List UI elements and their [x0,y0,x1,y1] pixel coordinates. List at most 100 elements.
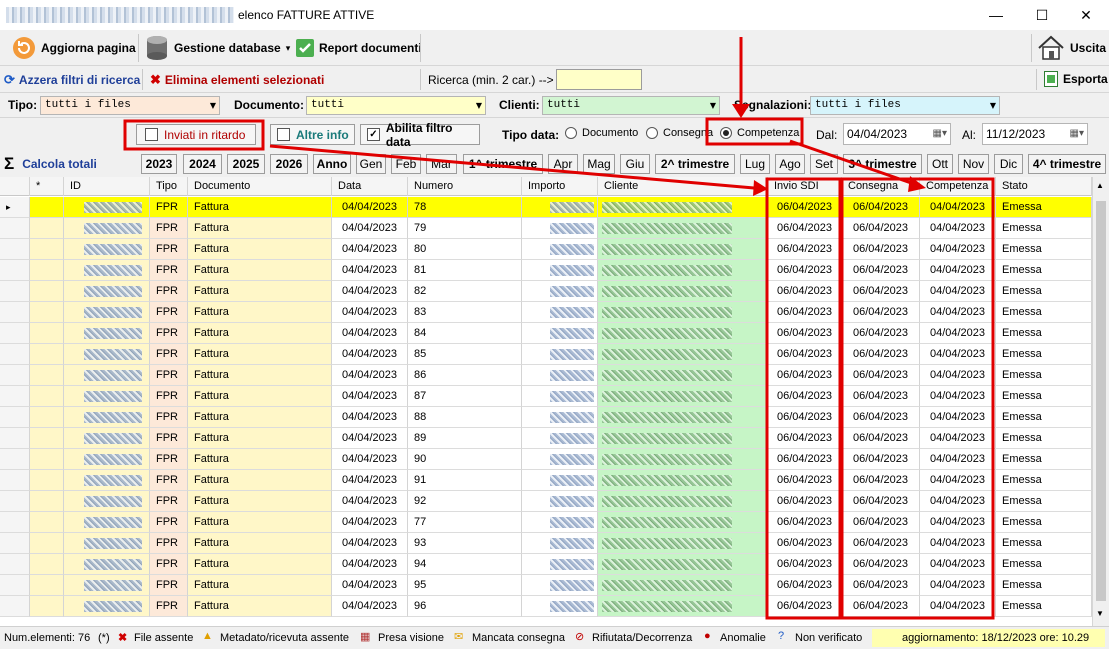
row-selector[interactable] [0,575,30,596]
row-selector[interactable] [0,596,30,617]
table-row[interactable]: FPR Fattura 04/04/2023 93 06/04/2023 06/04/20… [0,533,1092,554]
report-button[interactable]: Report documenti [296,34,422,62]
radio-consegna[interactable]: Consegna [646,127,713,139]
row-selector[interactable] [0,281,30,302]
month-set-button[interactable]: Set [810,154,838,174]
export-button[interactable]: Esporta [1044,71,1108,87]
table-row[interactable]: FPR Fattura 04/04/2023 87 06/04/2023 06/04/20… [0,386,1092,407]
row-selector[interactable] [0,323,30,344]
month-dic-button[interactable]: Dic [994,154,1023,174]
col-header-numero[interactable]: Numero [408,177,522,196]
month-apr-button[interactable]: Apr [548,154,578,174]
radio-competenza[interactable]: Competenza [720,127,799,139]
row-selector[interactable] [0,302,30,323]
scroll-thumb[interactable] [1096,201,1106,601]
year-2024-button[interactable]: 2024 [183,154,222,174]
month-giu-button[interactable]: Giu [620,154,650,174]
month-nov-button[interactable]: Nov [958,154,989,174]
month-mag-button[interactable]: Mag [583,154,615,174]
row-selector[interactable]: ▸ [0,197,30,218]
table-row[interactable]: FPR Fattura 04/04/2023 82 06/04/2023 06/04/20… [0,281,1092,302]
month-ago-button[interactable]: Ago [775,154,805,174]
radio-documento[interactable]: Documento [565,127,638,139]
table-row[interactable]: ▸ FPR Fattura 04/04/2023 78 06/04/2023 06/04/2… [0,197,1092,218]
trimestre-3-button[interactable]: 3^ trimestre [843,154,922,174]
table-row[interactable]: FPR Fattura 04/04/2023 94 06/04/2023 06/04/20… [0,554,1092,575]
dal-date-picker[interactable]: 04/04/2023 ▦▾ [843,123,951,145]
trimestre-1-button[interactable]: 1^ trimestre [463,154,543,174]
table-row[interactable]: FPR Fattura 04/04/2023 83 06/04/2023 06/04/20… [0,302,1092,323]
scroll-up-icon[interactable]: ▲ [1096,181,1104,190]
table-row[interactable]: FPR Fattura 04/04/2023 92 06/04/2023 06/04/20… [0,491,1092,512]
table-row[interactable]: FPR Fattura 04/04/2023 90 06/04/2023 06/04/20… [0,449,1092,470]
row-selector[interactable] [0,218,30,239]
col-header-data[interactable]: Data [332,177,408,196]
table-row[interactable]: FPR Fattura 04/04/2023 81 06/04/2023 06/04/20… [0,260,1092,281]
tipo-combo[interactable]: tutti i files ▼ [40,96,220,115]
year-2025-button[interactable]: 2025 [227,154,265,174]
ritardo-checkbox[interactable]: Inviati in ritardo [136,124,256,145]
table-row[interactable]: FPR Fattura 04/04/2023 77 06/04/2023 06/04/20… [0,512,1092,533]
search-input[interactable] [556,69,642,90]
clienti-combo[interactable]: tutti ▼ [542,96,720,115]
altre-info-checkbox[interactable]: Altre info [270,124,355,145]
segnalazioni-combo[interactable]: tutti i files ▼ [810,96,1000,115]
row-selector[interactable] [0,512,30,533]
documento-combo[interactable]: tutti ▼ [306,96,486,115]
table-row[interactable]: FPR Fattura 04/04/2023 79 06/04/2023 06/04/20… [0,218,1092,239]
table-row[interactable]: FPR Fattura 04/04/2023 91 06/04/2023 06/04/20… [0,470,1092,491]
col-header-documento[interactable]: Documento [188,177,332,196]
table-row[interactable]: FPR Fattura 04/04/2023 89 06/04/2023 06/04/20… [0,428,1092,449]
vertical-scrollbar[interactable]: ▲ ▼ [1092,177,1109,626]
close-button[interactable]: ✕ [1066,4,1106,26]
trimestre-4-button[interactable]: 4^ trimestre [1028,154,1106,174]
al-date-picker[interactable]: 11/12/2023 ▦▾ [982,123,1088,145]
row-selector[interactable] [0,260,30,281]
delete-selected-button[interactable]: ✖ Elimina elementi selezionati [150,72,324,88]
row-selector[interactable] [0,554,30,575]
row-selector[interactable] [0,533,30,554]
col-header-consegna[interactable]: Consegna [842,177,920,196]
table-row[interactable]: FPR Fattura 04/04/2023 96 06/04/2023 06/04/20… [0,596,1092,617]
col-header-invio-sdi[interactable]: Invio SDI [768,177,842,196]
table-row[interactable]: FPR Fattura 04/04/2023 86 06/04/2023 06/04/20… [0,365,1092,386]
row-selector[interactable] [0,365,30,386]
col-header-star[interactable]: * [30,177,64,196]
row-selector[interactable] [0,386,30,407]
month-feb-button[interactable]: Feb [391,154,421,174]
col-header-importo[interactable]: Importo [522,177,598,196]
row-selector[interactable] [0,428,30,449]
year-2023-button[interactable]: 2023 [141,154,177,174]
refresh-button[interactable]: Aggiorna pagina [12,34,136,62]
table-row[interactable]: FPR Fattura 04/04/2023 85 06/04/2023 06/04/20… [0,344,1092,365]
row-selector[interactable] [0,470,30,491]
maximize-button[interactable]: ☐ [1022,4,1062,26]
col-header-competenza[interactable]: Competenza [920,177,996,196]
exit-button[interactable]: Uscita [1037,34,1106,62]
row-selector[interactable] [0,491,30,512]
month-ott-button[interactable]: Ott [927,154,953,174]
year-2026-button[interactable]: 2026 [270,154,308,174]
col-header-cliente[interactable]: Cliente [598,177,768,196]
abilita-filtro-checkbox[interactable]: ✓ Abilita filtro data [360,121,480,149]
calcola-totali-button[interactable]: Σ Calcola totali [4,154,97,174]
month-gen-button[interactable]: Gen [356,154,386,174]
reset-filters-button[interactable]: ⟳ Azzera filtri di ricerca [4,72,140,88]
col-header-id[interactable]: ID [64,177,150,196]
table-row[interactable]: FPR Fattura 04/04/2023 88 06/04/2023 06/04/20… [0,407,1092,428]
month-lug-button[interactable]: Lug [740,154,770,174]
col-header-tipo[interactable]: Tipo [150,177,188,196]
row-selector[interactable] [0,449,30,470]
col-header-stato[interactable]: Stato [996,177,1092,196]
table-row[interactable]: FPR Fattura 04/04/2023 95 06/04/2023 06/04/20… [0,575,1092,596]
row-selector[interactable] [0,239,30,260]
table-row[interactable]: FPR Fattura 04/04/2023 80 06/04/2023 06/04/20… [0,239,1092,260]
row-selector[interactable] [0,344,30,365]
trimestre-2-button[interactable]: 2^ trimestre [655,154,735,174]
row-selector[interactable] [0,407,30,428]
month-mar-button[interactable]: Mar [426,154,457,174]
scroll-down-icon[interactable]: ▼ [1096,609,1104,618]
table-row[interactable]: FPR Fattura 04/04/2023 84 06/04/2023 06/04/20… [0,323,1092,344]
minimize-button[interactable]: — [976,4,1016,26]
database-button[interactable]: Gestione database ▾ [145,34,290,62]
